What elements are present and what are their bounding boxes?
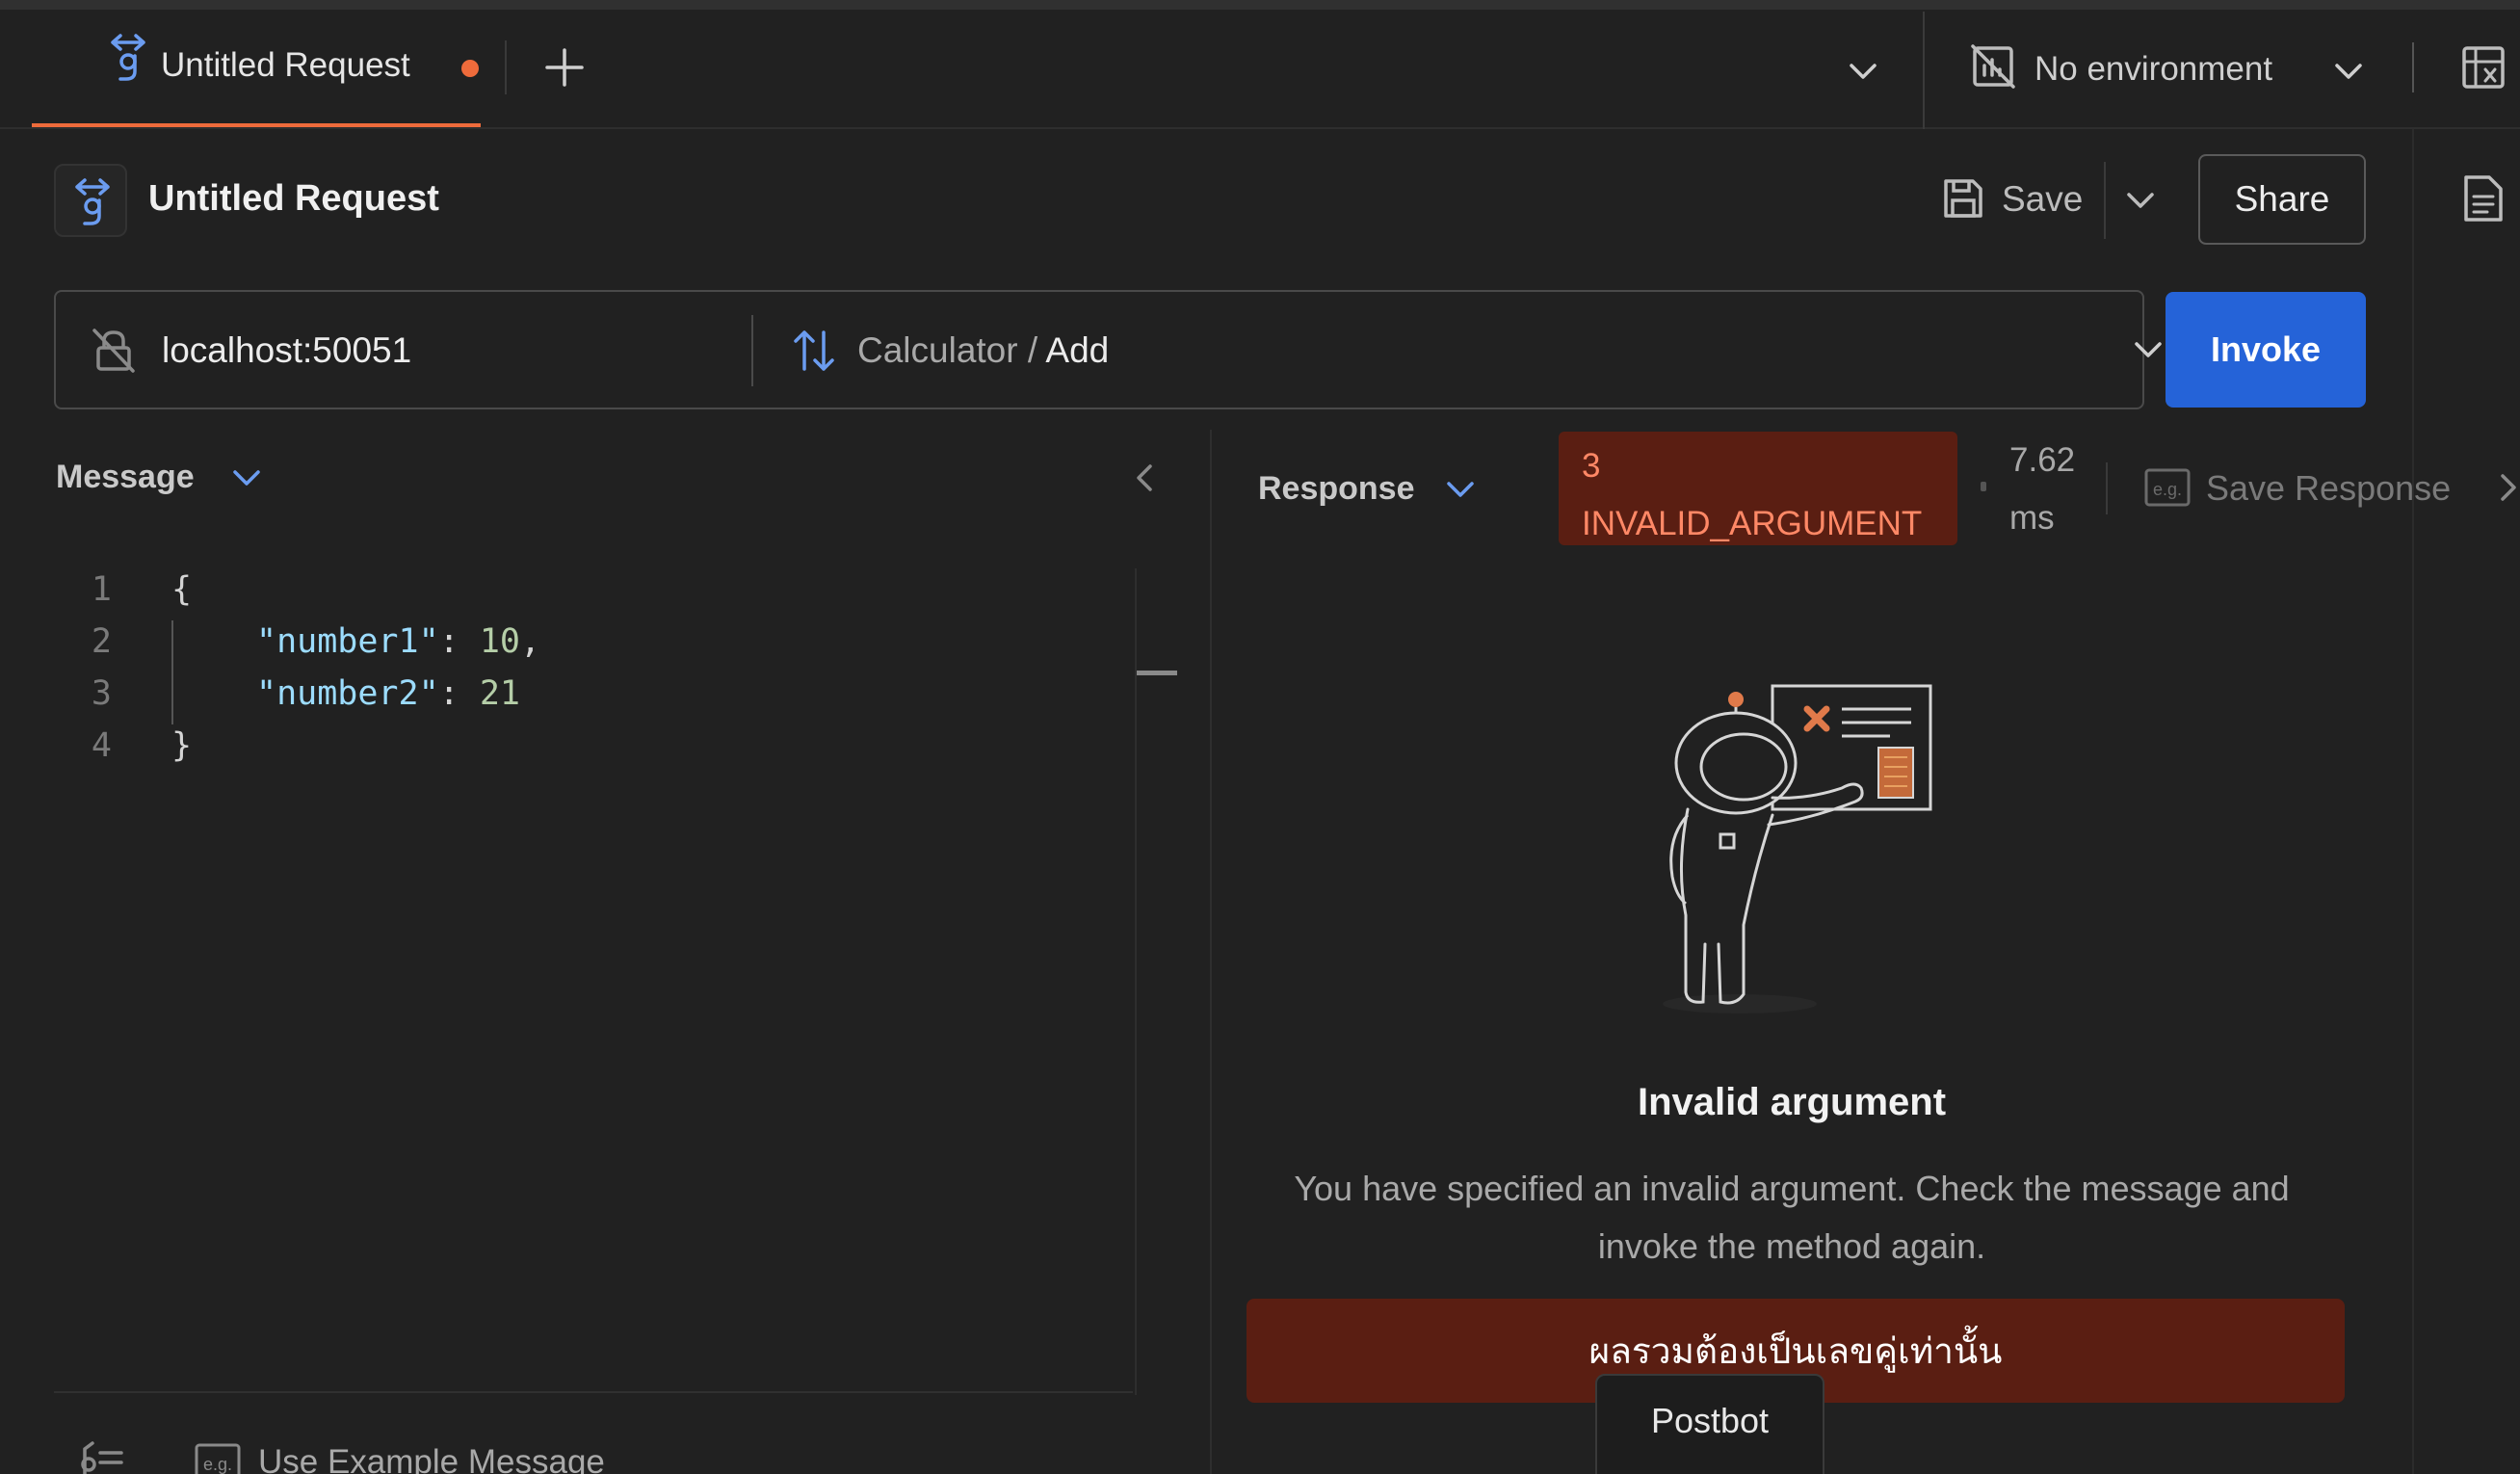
example-icon: e.g. (195, 1443, 241, 1474)
divider (2106, 462, 2108, 514)
chevron-down-icon[interactable] (1844, 52, 1882, 91)
postbot-label: Postbot (1650, 1401, 1770, 1440)
response-time[interactable]: 7.62 ms (2009, 432, 2075, 547)
grpc-icon (75, 178, 110, 225)
chevron-right-icon[interactable] (2495, 468, 2520, 507)
invoke-button[interactable]: Invoke (2166, 292, 2366, 408)
response-time-value: 7.62 (2009, 441, 2076, 479)
url-bar: localhost:50051 Calculator / Add (54, 290, 2162, 409)
request-type-icon (54, 164, 127, 237)
line-number: 2 (91, 622, 112, 661)
message-editor[interactable]: 1 { 2 "number1": 10, 3 "number2": 21 4 } (39, 570, 1127, 782)
save-icon (1944, 179, 1982, 218)
svg-text:e.g.: e.g. (203, 1455, 232, 1474)
json-value: 21 (479, 674, 520, 713)
json-value: 10 (479, 622, 520, 661)
divider (1923, 12, 1925, 129)
svg-text:e.g.: e.g. (2153, 480, 2182, 499)
indent-guide (171, 620, 173, 724)
line-number: 1 (91, 570, 112, 609)
postbot-button[interactable]: Postbot (1595, 1374, 1824, 1474)
separator-dot (1981, 482, 1986, 491)
status-name: INVALID_ARGUMENT (1582, 505, 1923, 542)
tab-untitled-request[interactable]: Untitled Request (32, 10, 481, 127)
error-description: You have specified an invalid argument. … (1243, 1160, 2341, 1276)
status-badge[interactable]: 3 INVALID_ARGUMENT (1559, 432, 1957, 545)
method-arrows-icon (794, 330, 834, 371)
json-key: "number2" (256, 674, 439, 713)
service-name: Calculator (857, 330, 1018, 370)
example-message-label: Use Example Message (258, 1443, 605, 1474)
divider (505, 40, 507, 94)
plus-icon[interactable] (541, 44, 588, 91)
environment-selector[interactable]: No environment (1956, 29, 2379, 110)
save-button[interactable]: Save (1936, 170, 2106, 229)
path-separator: / (1027, 330, 1038, 370)
use-example-message-button[interactable]: e.g. Use Example Message (189, 1439, 642, 1474)
method-name: Add (1045, 330, 1110, 370)
code-line: "number2": 21 (256, 674, 520, 713)
error-title: Invalid argument (1637, 1081, 1947, 1123)
unsaved-dot (461, 60, 479, 77)
tls-off-icon[interactable] (92, 329, 135, 373)
method-path: Calculator / Add (857, 330, 1109, 371)
code-line: } (171, 726, 193, 765)
response-format-chevron-icon[interactable] (1441, 470, 1480, 509)
tab-title: Untitled Request (161, 46, 410, 84)
method-selector[interactable]: Calculator / Add (790, 305, 2162, 396)
request-title[interactable]: Untitled Request (148, 178, 439, 220)
json-trail: , (519, 622, 541, 661)
divider (751, 315, 753, 386)
grpc-icon (111, 34, 145, 81)
divider (54, 1391, 1133, 1393)
response-label[interactable]: Response (1258, 470, 1415, 508)
code-line: { (171, 570, 193, 609)
share-button[interactable]: Share (2198, 154, 2366, 245)
environment-quicklook-icon[interactable] (2460, 44, 2507, 91)
chevron-left-icon[interactable] (1127, 459, 1162, 497)
message-label[interactable]: Message (56, 459, 195, 496)
no-environment-icon (1971, 44, 2015, 89)
astronaut-illustration (1663, 684, 1932, 1013)
beautify-icon[interactable] (79, 1439, 125, 1474)
save-response-button[interactable]: e.g. Save Response (2140, 461, 2468, 514)
save-options-chevron-icon[interactable] (2121, 181, 2160, 220)
status-code: 3 (1582, 447, 1601, 485)
chevron-down-icon (2135, 342, 2162, 357)
divider (2104, 162, 2106, 239)
json-key: "number1" (256, 622, 439, 661)
error-description-line: You have specified an invalid argument. … (1294, 1169, 2290, 1208)
environment-label: No environment (2034, 50, 2273, 88)
divider (2412, 42, 2414, 92)
line-number: 4 (91, 726, 112, 765)
example-icon: e.g. (2144, 468, 2191, 507)
response-time-unit: ms (2009, 499, 2055, 537)
documentation-icon[interactable] (2462, 173, 2505, 224)
editor-scrollbar-thumb[interactable] (1137, 671, 1177, 675)
right-sidebar-divider (2412, 129, 2414, 1474)
save-response-label: Save Response (2206, 468, 2452, 508)
panel-divider[interactable] (1210, 430, 1212, 1474)
editor-scrollbar-track (1135, 568, 1137, 1395)
chevron-down-icon (2335, 64, 2362, 79)
line-number: 3 (91, 674, 112, 713)
server-url-input[interactable]: localhost:50051 (162, 330, 411, 371)
message-format-chevron-icon[interactable] (227, 459, 266, 497)
code-line: "number1": 10, (256, 622, 541, 661)
error-description-line: invoke the method again. (1597, 1226, 1986, 1266)
save-label: Save (2002, 179, 2084, 219)
